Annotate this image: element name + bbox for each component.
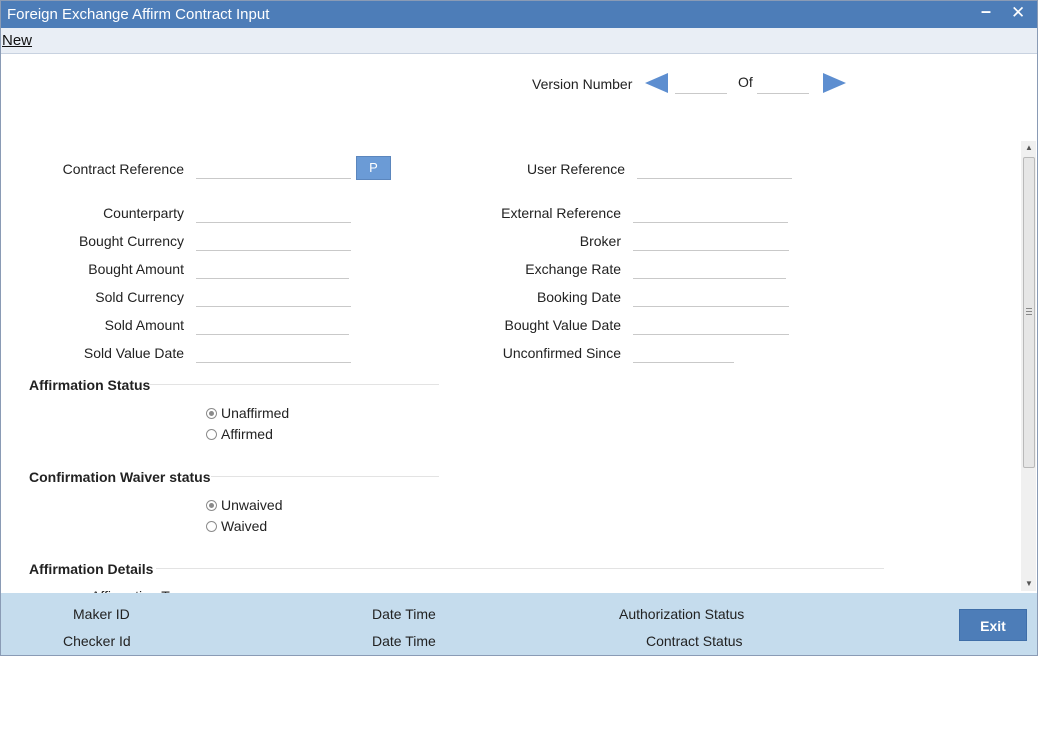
waiver-status-title: Confirmation Waiver status xyxy=(29,469,211,485)
bought-value-date-label: Bought Value Date xyxy=(504,317,622,333)
external-reference-field[interactable] xyxy=(633,201,788,223)
sold-amount-label: Sold Amount xyxy=(104,317,184,333)
exit-button[interactable]: Exit xyxy=(959,609,1027,641)
checker-id-label: Checker Id xyxy=(63,633,131,649)
unwaived-label: Unwaived xyxy=(221,497,283,513)
scroll-thumb[interactable] xyxy=(1023,157,1035,468)
menu-bar: New xyxy=(1,28,1037,54)
unwaived-radio[interactable]: Unwaived xyxy=(206,497,282,513)
affirmed-label: Affirmed xyxy=(221,426,273,442)
affirmation-details-title: Affirmation Details xyxy=(29,561,154,577)
unconfirmed-since-label: Unconfirmed Since xyxy=(502,345,621,361)
exchange-rate-field[interactable] xyxy=(633,257,786,279)
contract-reference-field[interactable] xyxy=(196,157,351,179)
counterparty-field[interactable] xyxy=(196,201,351,223)
version-of-label: Of xyxy=(738,74,753,90)
version-current-field[interactable] xyxy=(675,72,727,94)
booking-date-field[interactable] xyxy=(633,285,789,307)
waived-label: Waived xyxy=(221,518,268,534)
previous-version-icon[interactable] xyxy=(645,73,668,93)
affirm-contract-window: Foreign Exchange Affirm Contract Input –… xyxy=(0,0,1038,656)
radio-unselected-icon[interactable] xyxy=(206,520,217,532)
close-icon[interactable]: ✕ xyxy=(1011,3,1025,23)
version-total-field[interactable] xyxy=(757,72,809,94)
affirmation-status-title: Affirmation Status xyxy=(29,377,151,393)
scroll-down-icon[interactable]: ▼ xyxy=(1025,579,1033,588)
user-reference-label: User Reference xyxy=(526,161,625,177)
unaffirmed-radio[interactable]: Unaffirmed xyxy=(206,405,289,421)
radio-unselected-icon[interactable] xyxy=(206,428,217,440)
unaffirmed-label: Unaffirmed xyxy=(221,405,290,421)
sold-value-date-label: Sold Value Date xyxy=(83,345,184,361)
version-number-label: Version Number xyxy=(532,76,633,92)
new-menu-item[interactable]: New xyxy=(2,32,32,49)
maker-id-label: Maker ID xyxy=(73,606,130,622)
contract-reference-label: Contract Reference xyxy=(62,161,184,177)
authorization-status-label: Authorization Status xyxy=(619,606,745,622)
radio-selected-icon[interactable] xyxy=(206,407,217,419)
sold-value-date-field[interactable] xyxy=(196,341,351,363)
section-divider xyxy=(156,568,884,569)
maker-date-time-label: Date Time xyxy=(372,606,436,622)
exchange-rate-label: Exchange Rate xyxy=(525,261,621,277)
bought-amount-field[interactable] xyxy=(196,257,349,279)
audit-footer xyxy=(1,593,1037,655)
counterparty-label: Counterparty xyxy=(103,205,184,221)
p-button[interactable]: P xyxy=(356,156,391,180)
sold-amount-field[interactable] xyxy=(196,313,349,335)
contract-status-label: Contract Status xyxy=(646,633,743,649)
broker-field[interactable] xyxy=(633,229,789,251)
bought-amount-label: Bought Amount xyxy=(88,261,184,277)
bought-currency-field[interactable] xyxy=(196,229,351,251)
minimize-icon[interactable]: – xyxy=(981,1,991,21)
bought-currency-label: Bought Currency xyxy=(78,233,184,249)
user-reference-field[interactable] xyxy=(637,157,792,179)
external-reference-label: External Reference xyxy=(501,205,621,221)
sold-currency-field[interactable] xyxy=(196,285,351,307)
unconfirmed-since-field[interactable] xyxy=(633,341,734,363)
sold-currency-label: Sold Currency xyxy=(95,289,184,305)
next-version-icon[interactable] xyxy=(823,73,846,93)
booking-date-label: Booking Date xyxy=(536,289,621,305)
radio-selected-icon[interactable] xyxy=(206,499,217,511)
window-title: Foreign Exchange Affirm Contract Input xyxy=(7,6,270,23)
broker-label: Broker xyxy=(579,233,621,249)
section-divider xyxy=(211,476,439,477)
checker-date-time-label: Date Time xyxy=(372,633,436,649)
waived-radio[interactable]: Waived xyxy=(206,518,267,534)
section-divider xyxy=(149,384,439,385)
title-bar: Foreign Exchange Affirm Contract Input –… xyxy=(1,1,1037,28)
affirmed-radio[interactable]: Affirmed xyxy=(206,426,273,442)
scroll-up-icon[interactable]: ▲ xyxy=(1025,143,1033,152)
bought-value-date-field[interactable] xyxy=(633,313,789,335)
grip-icon xyxy=(1026,308,1032,315)
